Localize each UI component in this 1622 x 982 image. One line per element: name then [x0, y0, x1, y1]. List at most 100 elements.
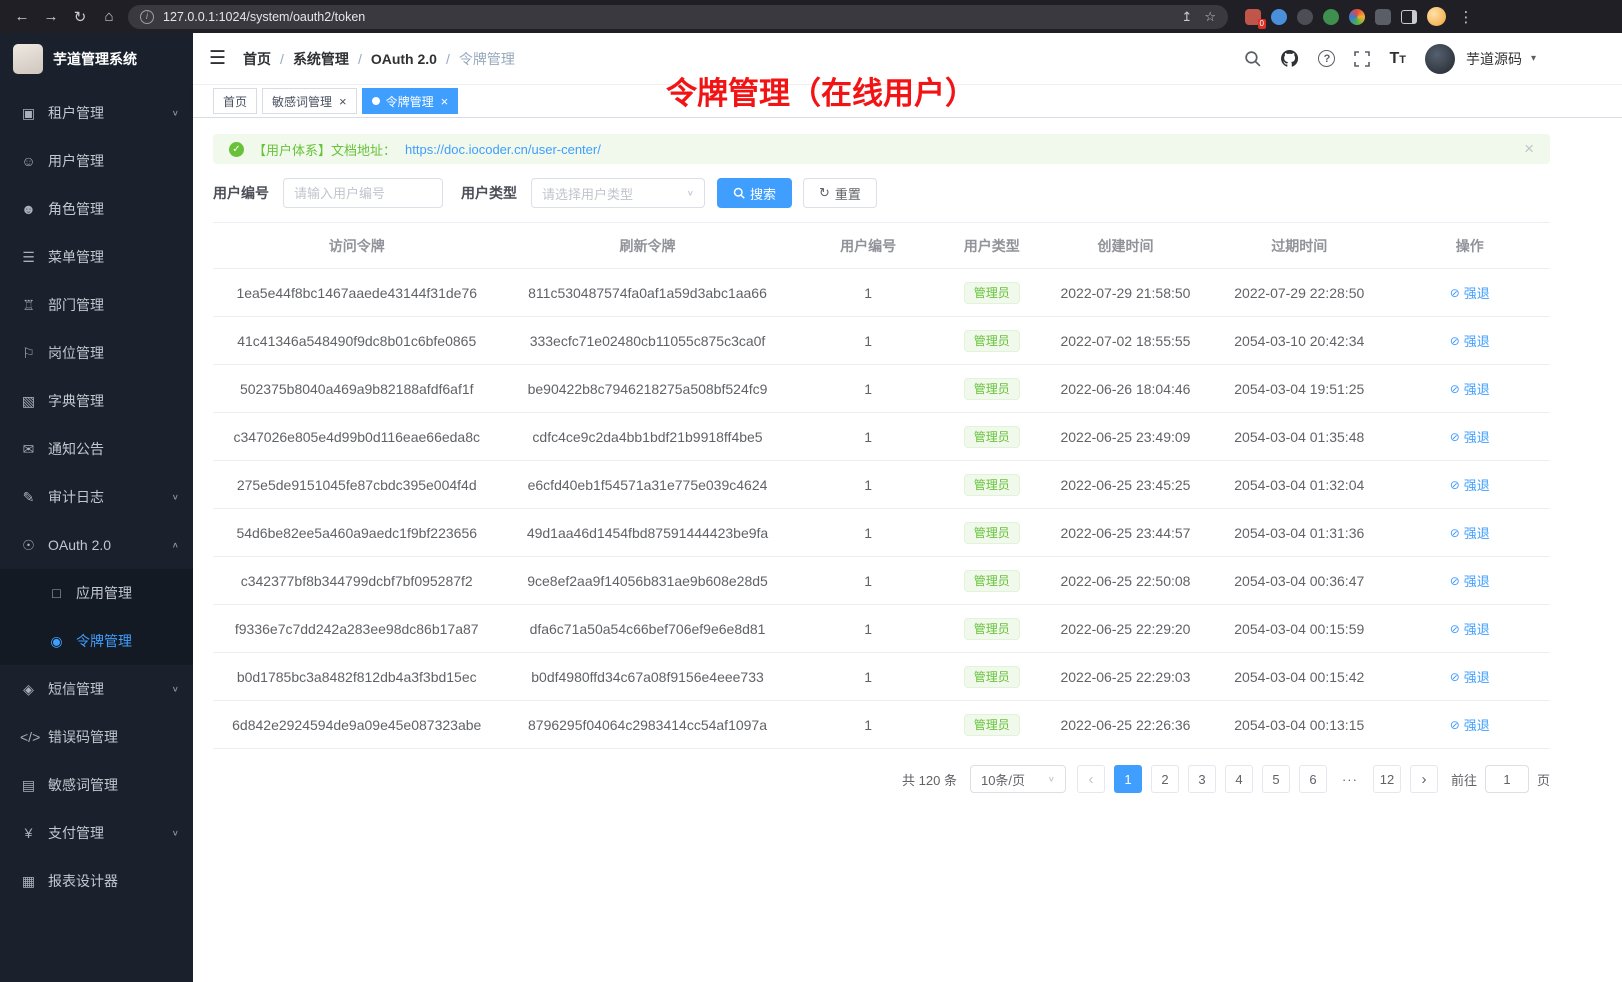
- chevron-left-icon: ‹: [1088, 771, 1093, 788]
- search-icon[interactable]: [1244, 50, 1261, 67]
- sidebar-item[interactable]: ✎审计日志∨: [0, 473, 193, 521]
- browser-home-icon[interactable]: ⌂: [99, 8, 119, 25]
- bookmark-star-icon[interactable]: ☆: [1204, 9, 1216, 25]
- sidebar-item[interactable]: ♖部门管理: [0, 281, 193, 329]
- chevron-down-icon: ∨: [172, 109, 179, 118]
- column-header: 创建时间: [1042, 223, 1209, 269]
- breadcrumb-item[interactable]: 首页: [243, 49, 271, 69]
- force-logout-button[interactable]: ⊘强退: [1450, 667, 1490, 686]
- side-panel-icon[interactable]: [1401, 10, 1417, 24]
- sidebar-item[interactable]: ◈短信管理∨: [0, 665, 193, 713]
- force-logout-button[interactable]: ⊘强退: [1450, 379, 1490, 398]
- expire-time-cell: 2054-03-04 00:13:15: [1209, 701, 1389, 749]
- extension-icon[interactable]: [1375, 9, 1391, 25]
- screen: ← → ↻ ⌂ i 127.0.0.1:1024/system/oauth2/t…: [0, 0, 1622, 982]
- tab-item[interactable]: 首页: [213, 88, 257, 114]
- extension-icon[interactable]: [1349, 9, 1365, 25]
- extension-icon[interactable]: 0: [1245, 9, 1261, 25]
- prev-page-button[interactable]: ‹: [1077, 765, 1105, 793]
- github-icon[interactable]: [1280, 49, 1299, 68]
- main-area: ☰ 首页/系统管理/OAuth 2.0/令牌管理 ? TT 芋道源码: [193, 33, 1622, 982]
- page-button-5[interactable]: 5: [1262, 765, 1290, 793]
- sidebar-item[interactable]: ☻角色管理: [0, 185, 193, 233]
- user-type-cell: 管理员: [942, 557, 1042, 605]
- sidebar-item[interactable]: ☰菜单管理: [0, 233, 193, 281]
- caret-down-icon[interactable]: ▾: [1531, 53, 1536, 64]
- sidebar-item[interactable]: ✉通知公告: [0, 425, 193, 473]
- page-button-1[interactable]: 1: [1114, 765, 1142, 793]
- sidebar-item[interactable]: </>错误码管理: [0, 713, 193, 761]
- force-logout-button[interactable]: ⊘强退: [1450, 619, 1490, 638]
- sidebar-item[interactable]: ▦报表设计器: [0, 857, 193, 905]
- sidebar-item[interactable]: ◉令牌管理: [0, 617, 193, 665]
- browser-profile-avatar[interactable]: [1427, 7, 1446, 26]
- font-size-icon[interactable]: TT: [1389, 50, 1406, 68]
- sidebar-item[interactable]: ▧字典管理: [0, 377, 193, 425]
- force-logout-button[interactable]: ⊘强退: [1450, 427, 1490, 446]
- sidebar-item[interactable]: ☉OAuth 2.0∧: [0, 521, 193, 569]
- force-logout-button[interactable]: ⊘强退: [1450, 331, 1490, 350]
- breadcrumb-item[interactable]: OAuth 2.0: [371, 51, 437, 67]
- sidebar-item-label: 报表设计器: [48, 871, 179, 891]
- navbar-actions: ? TT 芋道源码 ▾: [1244, 44, 1536, 74]
- reset-button[interactable]: ↻ 重置: [803, 178, 877, 208]
- page-button-4[interactable]: 4: [1225, 765, 1253, 793]
- app-logo[interactable]: 芋道管理系统: [0, 33, 193, 85]
- access-token-cell: f9336e7c7dd242a283ee98dc86b17a87: [213, 605, 500, 653]
- browser-menu-icon[interactable]: ⋮: [1456, 8, 1476, 26]
- tab-item[interactable]: 敏感词管理×: [262, 88, 357, 114]
- extension-icon[interactable]: [1297, 9, 1313, 25]
- search-button[interactable]: 搜索: [717, 178, 792, 208]
- next-page-button[interactable]: ›: [1410, 765, 1438, 793]
- page-size-select[interactable]: 10条/页 ∨: [970, 765, 1066, 793]
- user-name[interactable]: 芋道源码: [1466, 49, 1522, 69]
- site-info-icon[interactable]: i: [140, 10, 154, 24]
- help-icon[interactable]: ?: [1318, 50, 1335, 67]
- force-logout-button[interactable]: ⊘强退: [1450, 523, 1490, 542]
- extension-icon[interactable]: [1271, 9, 1287, 25]
- more-pages-button[interactable]: ···: [1336, 765, 1364, 793]
- alert-close-icon[interactable]: ×: [1524, 139, 1534, 159]
- page-button-6[interactable]: 6: [1299, 765, 1327, 793]
- share-icon[interactable]: ↥: [1181, 9, 1192, 25]
- browser-forward-icon[interactable]: →: [41, 8, 61, 25]
- goto-page-input[interactable]: [1485, 765, 1529, 793]
- force-logout-button[interactable]: ⊘强退: [1450, 475, 1490, 494]
- sidebar-item[interactable]: ▤敏感词管理: [0, 761, 193, 809]
- browser-back-icon[interactable]: ←: [12, 8, 32, 25]
- sidebar-item-label: 通知公告: [48, 439, 179, 459]
- fullscreen-icon[interactable]: [1354, 51, 1370, 67]
- sidebar-item-label: 支付管理: [48, 823, 161, 843]
- sidebar-item[interactable]: ⚐岗位管理: [0, 329, 193, 377]
- user-id-input[interactable]: [283, 178, 443, 208]
- force-logout-button[interactable]: ⊘强退: [1450, 283, 1490, 302]
- sidebar-item[interactable]: ▣租户管理∨: [0, 89, 193, 137]
- force-logout-button[interactable]: ⊘强退: [1450, 715, 1490, 734]
- doc-link[interactable]: https://doc.iocoder.cn/user-center/: [405, 142, 601, 157]
- page-button-12[interactable]: 12: [1373, 765, 1401, 793]
- page-button-3[interactable]: 3: [1188, 765, 1216, 793]
- sidebar-item[interactable]: ¥支付管理∨: [0, 809, 193, 857]
- sidebar-item[interactable]: □应用管理: [0, 569, 193, 617]
- table-row: c347026e805e4d99b0d116eae66eda8ccdfc4ce9…: [213, 413, 1550, 461]
- tab-item[interactable]: 令牌管理×: [362, 88, 459, 114]
- extension-icon[interactable]: [1323, 9, 1339, 25]
- tab-close-icon[interactable]: ×: [339, 94, 347, 109]
- delete-icon: ⊘: [1450, 718, 1460, 732]
- action-cell: ⊘强退: [1390, 557, 1550, 605]
- sidebar-collapse-icon[interactable]: ☰: [209, 47, 226, 70]
- sidebar-item[interactable]: ☺用户管理: [0, 137, 193, 185]
- breadcrumb-item[interactable]: 系统管理: [293, 49, 349, 69]
- page-content: ✓ 【用户体系】文档地址： https://doc.iocoder.cn/use…: [193, 118, 1622, 982]
- tab-close-icon[interactable]: ×: [441, 94, 449, 109]
- pagination-total: 共 120 条: [902, 770, 957, 789]
- doc-alert: ✓ 【用户体系】文档地址： https://doc.iocoder.cn/use…: [213, 134, 1550, 164]
- user-avatar[interactable]: [1425, 44, 1455, 74]
- user-type-select[interactable]: 请选择用户类型 ∨: [531, 178, 705, 208]
- browser-url-bar[interactable]: i 127.0.0.1:1024/system/oauth2/token ↥ ☆: [128, 5, 1228, 29]
- page-button-2[interactable]: 2: [1151, 765, 1179, 793]
- force-logout-button[interactable]: ⊘强退: [1450, 571, 1490, 590]
- browser-reload-icon[interactable]: ↻: [70, 8, 90, 26]
- refresh-token-cell: cdfc4ce9c2da4bb1bdf21b9918ff4be5: [500, 413, 794, 461]
- action-cell: ⊘强退: [1390, 509, 1550, 557]
